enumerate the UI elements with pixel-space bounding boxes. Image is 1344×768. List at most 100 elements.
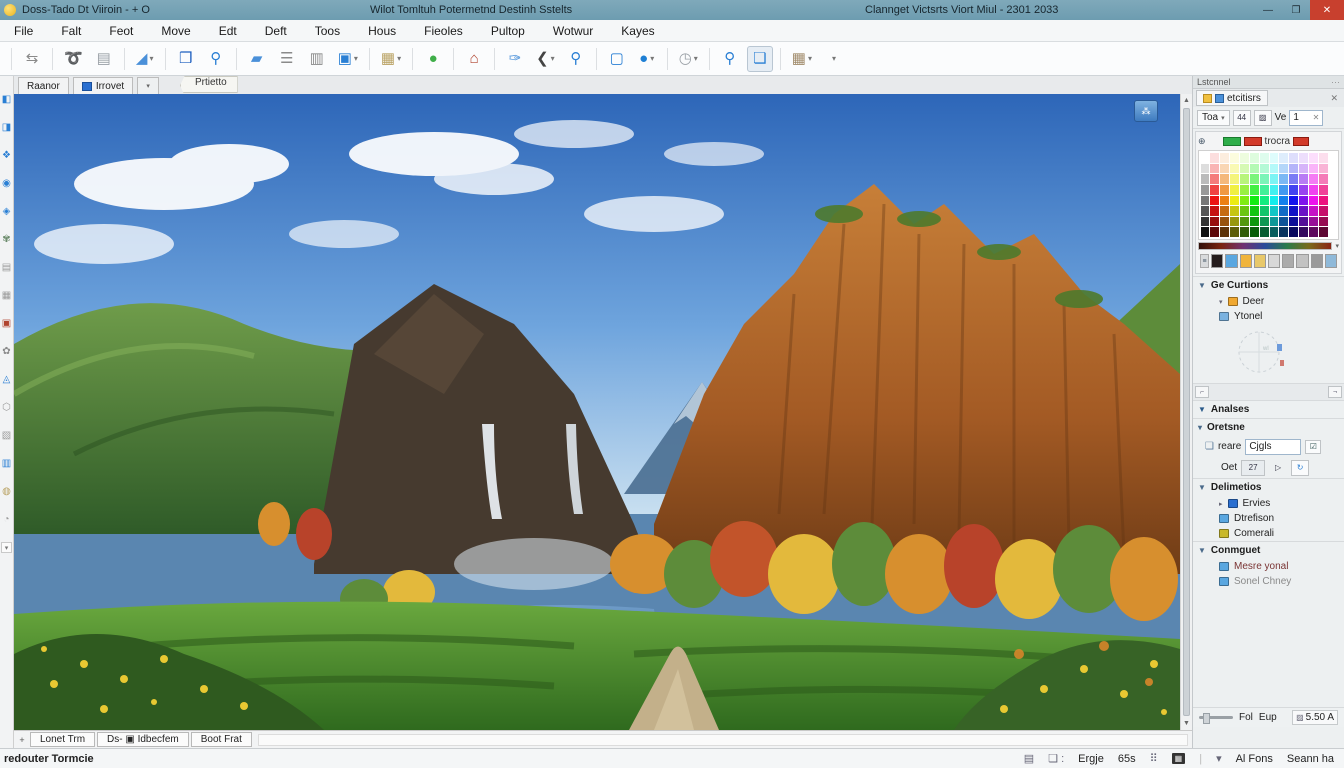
tab-list-dropdown[interactable]: ▾ xyxy=(137,77,159,94)
grid-dots-icon[interactable]: ⠿ xyxy=(1150,752,1158,765)
menu-fieoles[interactable]: Fieoles xyxy=(410,20,477,42)
palette-cell[interactable] xyxy=(1279,196,1288,206)
grayscale-cell[interactable] xyxy=(1201,217,1209,227)
palette-cell[interactable] xyxy=(1299,227,1308,237)
menu-file[interactable]: File xyxy=(0,20,47,42)
palette-cell[interactable] xyxy=(1309,206,1318,216)
palette-cell[interactable] xyxy=(1210,174,1219,184)
palette-cell[interactable] xyxy=(1260,153,1269,163)
reare-input[interactable]: Cjgls xyxy=(1245,439,1301,455)
palette-cell[interactable] xyxy=(1240,174,1249,184)
grayscale-cell[interactable] xyxy=(1201,206,1209,216)
back-chevron-icon[interactable]: ❮▾ xyxy=(532,46,559,72)
color-swatch[interactable] xyxy=(1282,254,1294,268)
palette-cell[interactable] xyxy=(1299,196,1308,206)
pattern-button[interactable]: ▨ xyxy=(1254,110,1272,126)
refresh-icon[interactable]: ↻ xyxy=(1291,460,1309,476)
section-header[interactable]: ▼ Analses xyxy=(1193,401,1344,418)
palette-cell[interactable] xyxy=(1319,185,1328,195)
palette-cell[interactable] xyxy=(1309,153,1318,163)
palette-cell[interactable] xyxy=(1289,206,1298,216)
palette-cell[interactable] xyxy=(1289,164,1298,174)
palette-cell[interactable] xyxy=(1250,153,1259,163)
timer-tool-icon[interactable]: ◔ xyxy=(0,508,13,530)
eup-label[interactable]: Eup xyxy=(1259,712,1277,723)
splitter-right-button[interactable]: ¬ xyxy=(1328,386,1342,398)
palette-cell[interactable] xyxy=(1279,174,1288,184)
palette-cell[interactable] xyxy=(1210,153,1219,163)
grayscale-cell[interactable] xyxy=(1201,196,1209,206)
palette-cell[interactable] xyxy=(1289,217,1298,227)
palette-cell[interactable] xyxy=(1319,227,1328,237)
value-input[interactable]: 1 ✕ xyxy=(1289,110,1323,126)
palette-cell[interactable] xyxy=(1279,206,1288,216)
palette-cell[interactable] xyxy=(1230,164,1239,174)
palette-cell[interactable] xyxy=(1319,206,1328,216)
pin-icon[interactable]: ⚲ xyxy=(563,46,589,72)
move-tool-icon[interactable]: ◧ xyxy=(0,88,13,110)
palette-cell[interactable] xyxy=(1210,206,1219,216)
panel-icon[interactable]: ▣▾ xyxy=(334,46,362,72)
palette-cell[interactable] xyxy=(1289,185,1298,195)
palette-cell[interactable] xyxy=(1270,174,1279,184)
palette-cell[interactable] xyxy=(1299,185,1308,195)
palette-cell[interactable] xyxy=(1230,206,1239,216)
section-header[interactable]: ▼ Conmguet xyxy=(1193,542,1344,559)
gradient-dropdown-icon[interactable]: ▾ xyxy=(1335,242,1339,250)
notebook-icon[interactable]: ❒ xyxy=(173,46,199,72)
palette-cell[interactable] xyxy=(1240,206,1249,216)
sheet-nav-button[interactable]: + xyxy=(14,735,30,745)
palette-cell[interactable] xyxy=(1260,185,1269,195)
printer-icon[interactable]: ▤ xyxy=(91,46,117,72)
menu-edt[interactable]: Edt xyxy=(205,20,251,42)
expand-icon[interactable]: ▾ xyxy=(1219,298,1223,306)
palette-cell[interactable] xyxy=(1299,206,1308,216)
palette-cell[interactable] xyxy=(1260,164,1269,174)
eraser-icon[interactable]: ▰ xyxy=(244,46,270,72)
palette-cell[interactable] xyxy=(1210,217,1219,227)
palette-cell[interactable] xyxy=(1230,174,1239,184)
mode-label[interactable]: Al Fons xyxy=(1236,753,1273,765)
palette-cell[interactable] xyxy=(1250,206,1259,216)
palette-cell[interactable] xyxy=(1250,164,1259,174)
palette-cell[interactable] xyxy=(1270,227,1279,237)
panel-options-icon[interactable]: ⋯ xyxy=(1331,77,1340,88)
palette-cell[interactable] xyxy=(1270,196,1279,206)
grid-44-button[interactable]: 44 xyxy=(1233,110,1251,126)
palette-cell[interactable] xyxy=(1289,227,1298,237)
tree-item[interactable]: Ytonel xyxy=(1193,309,1344,324)
palette-cell[interactable] xyxy=(1270,153,1279,163)
style-wedge-icon[interactable]: ◢▾ xyxy=(132,46,158,72)
lasso-icon[interactable]: ➰ xyxy=(60,46,87,72)
wand-tool-icon[interactable]: ❖ xyxy=(0,144,13,166)
palette-cell[interactable] xyxy=(1250,174,1259,184)
palette-cell[interactable] xyxy=(1250,217,1259,227)
horizontal-scroll-track[interactable] xyxy=(258,734,1188,746)
palette-cell[interactable] xyxy=(1279,227,1288,237)
more-tools-button[interactable]: ▾ xyxy=(1,542,12,553)
zoom-value-box[interactable]: ▨ 5.50 A xyxy=(1292,710,1338,725)
grayscale-cell[interactable] xyxy=(1201,185,1209,195)
palette-cell[interactable] xyxy=(1230,227,1239,237)
expand-icon[interactable]: ▸ xyxy=(1219,500,1223,508)
color-swatch[interactable] xyxy=(1296,254,1308,268)
green-swatch[interactable] xyxy=(1223,137,1241,146)
palette-cell[interactable] xyxy=(1220,153,1229,163)
palette-cell[interactable] xyxy=(1309,174,1318,184)
tool-dropdown[interactable]: Toa ▾ xyxy=(1197,110,1230,126)
hatch-tool-icon[interactable]: ▧ xyxy=(0,424,13,446)
gear-tool-icon[interactable]: ✿ xyxy=(0,340,13,362)
briefcase-icon[interactable]: ▢ xyxy=(604,46,630,72)
palette-cell[interactable] xyxy=(1309,227,1318,237)
confirm-check-icon[interactable]: ☑ xyxy=(1305,440,1321,454)
menu-hous[interactable]: Hous xyxy=(354,20,410,42)
palette-cell[interactable] xyxy=(1220,217,1229,227)
menu-falt[interactable]: Falt xyxy=(47,20,95,42)
scroll-up-icon[interactable]: ▲ xyxy=(1181,94,1192,107)
grayscale-cell[interactable] xyxy=(1201,227,1209,237)
color-swatch[interactable] xyxy=(1225,254,1237,268)
palette-cell[interactable] xyxy=(1230,153,1239,163)
palette-cell[interactable] xyxy=(1240,196,1249,206)
palette-cell[interactable] xyxy=(1299,153,1308,163)
palette-cell[interactable] xyxy=(1260,227,1269,237)
